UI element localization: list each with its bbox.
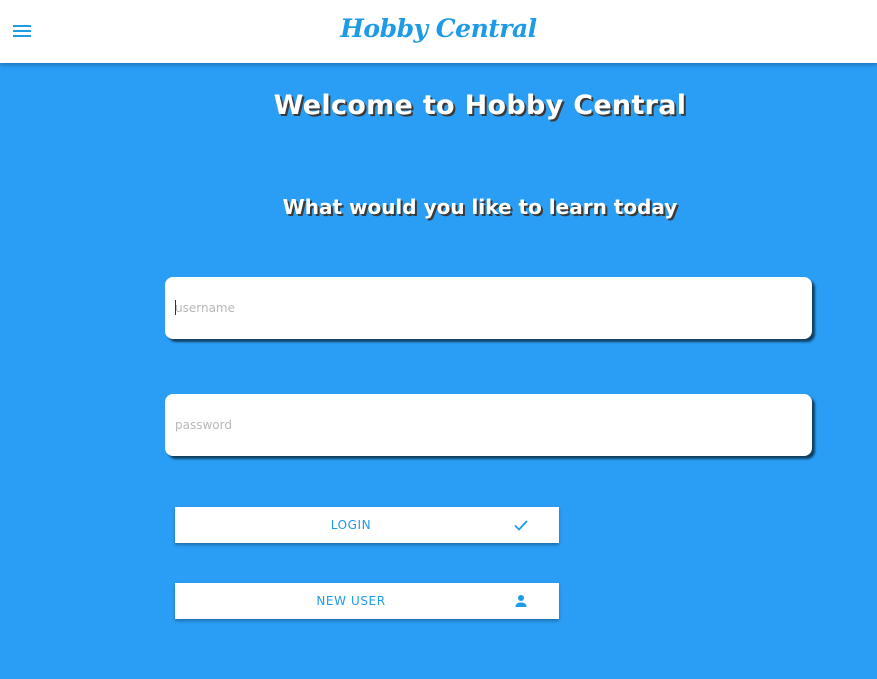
app-title[interactable]: Hobby Central	[0, 14, 877, 43]
text-caret	[175, 300, 176, 315]
person-icon	[515, 595, 527, 607]
login-button-label: LOGIN	[330, 518, 372, 532]
new-user-button[interactable]: NEW USER	[175, 583, 559, 619]
new-user-button-label: NEW USER	[316, 594, 386, 608]
password-field-container	[165, 394, 812, 456]
password-input[interactable]	[165, 394, 812, 456]
login-button[interactable]: LOGIN	[175, 507, 559, 543]
subtitle-heading: What would you like to learn today	[282, 195, 678, 219]
welcome-heading: Welcome to Hobby Central	[273, 90, 687, 121]
top-app-bar: Hobby Central	[0, 0, 877, 63]
username-input[interactable]	[165, 277, 812, 339]
check-icon	[514, 520, 528, 531]
username-field-container	[165, 277, 812, 339]
